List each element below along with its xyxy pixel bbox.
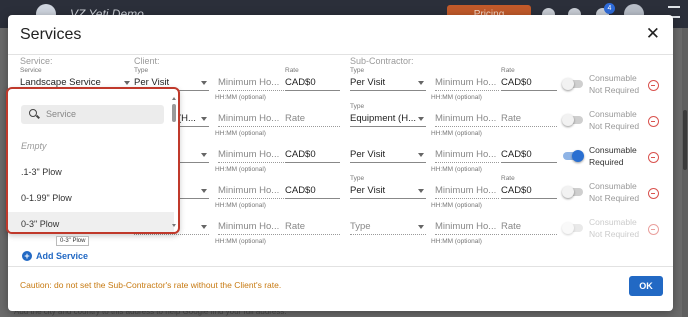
client-minimum-hours-input[interactable]: Minimum Ho...: [218, 76, 284, 91]
client-minimum-hours-input[interactable]: Minimum Ho...: [218, 220, 284, 235]
sub-type-select[interactable]: Type Equipment (H...: [350, 103, 426, 127]
sub-minimum-hours-input[interactable]: Minimum Ho...: [435, 220, 499, 235]
hours-hint: HH:MM (optional): [215, 94, 266, 101]
add-service-button[interactable]: + Add Service: [22, 251, 88, 261]
dropdown-option[interactable]: 0-1.99" Plow: [8, 186, 174, 210]
chevron-down-icon: [201, 117, 207, 121]
sub-type-select[interactable]: Per Visit: [350, 148, 426, 163]
remove-row-icon[interactable]: [648, 116, 659, 127]
consumable-status: Consumable Not Required: [589, 181, 640, 203]
client-rate-input[interactable]: Rate: [285, 220, 340, 235]
dropdown-option[interactable]: .1-3" Plow: [8, 160, 174, 184]
consumable-toggle[interactable]: [562, 186, 583, 198]
consumable-toggle[interactable]: [562, 114, 583, 126]
sub-type-select[interactable]: Type Per Visit: [350, 175, 426, 199]
caution-text: Caution: do not set the Sub-Contractor's…: [20, 280, 282, 290]
client-minimum-hours-input[interactable]: Minimum Ho...: [218, 184, 284, 199]
chevron-down-icon: [418, 153, 424, 157]
hours-hint: HH:MM (optional): [215, 238, 266, 245]
sub-rate-input[interactable]: Rate: [501, 220, 557, 235]
chevron-down-icon: [201, 153, 207, 157]
chevron-down-icon: [418, 189, 424, 193]
sub-rate-input[interactable]: CAD$0: [501, 148, 557, 163]
scroll-down-arrow-icon[interactable]: [172, 224, 176, 227]
dropdown-scrollbar[interactable]: [171, 97, 176, 227]
consumable-status: Consumable Not Required: [589, 217, 640, 239]
sub-minimum-hours-input[interactable]: Minimum Ho...: [435, 184, 499, 199]
close-icon[interactable]: ✕: [646, 25, 660, 42]
dropdown-option-highlighted[interactable]: 0-3" Plow: [8, 212, 174, 232]
ok-button[interactable]: OK: [629, 276, 663, 296]
chevron-down-icon: [418, 81, 424, 85]
header-divider: [8, 54, 673, 55]
sub-minimum-hours-input[interactable]: Minimum Ho...: [435, 148, 499, 163]
sub-minimum-hours-input[interactable]: Minimum Ho...: [435, 76, 499, 91]
sub-rate-input[interactable]: Rate: [501, 112, 557, 127]
consumable-toggle[interactable]: [563, 150, 584, 162]
chevron-down-icon: [124, 81, 130, 85]
sub-rate-input[interactable]: Rate CAD$0: [501, 67, 557, 91]
client-rate-input[interactable]: Rate CAD$0: [285, 67, 340, 91]
chevron-down-icon: [418, 117, 424, 121]
hours-hint: HH:MM (optional): [431, 166, 482, 173]
consumable-toggle[interactable]: [562, 78, 583, 90]
service-dropdown[interactable]: Service Empty .1-3" Plow 0-1.99" Plow 0-…: [6, 87, 180, 234]
plus-icon: +: [22, 251, 32, 261]
hours-hint: HH:MM (optional): [431, 238, 482, 245]
hours-hint: HH:MM (optional): [431, 94, 482, 101]
page-scrollbar-thumb[interactable]: [683, 110, 687, 170]
hours-hint: HH:MM (optional): [215, 202, 266, 209]
consumable-status: Consumable Not Required: [589, 109, 640, 131]
hours-hint: HH:MM (optional): [215, 166, 266, 173]
dropdown-option-empty[interactable]: Empty: [8, 134, 174, 158]
sub-type-select[interactable]: Type Per Visit: [350, 67, 426, 91]
remove-row-icon[interactable]: [648, 152, 659, 163]
client-minimum-hours-input[interactable]: Minimum Ho...: [218, 112, 284, 127]
notification-badge: 4: [604, 3, 615, 14]
option-tooltip: 0-3" Plow: [56, 236, 90, 246]
search-icon: [29, 109, 37, 117]
remove-row-icon[interactable]: [648, 224, 659, 235]
client-group-label: Client:: [134, 56, 160, 66]
page-scrollbar[interactable]: [682, 28, 688, 317]
remove-row-icon[interactable]: [648, 188, 659, 199]
chevron-down-icon: [201, 225, 207, 229]
chevron-down-icon: [201, 189, 207, 193]
footer-divider: [8, 266, 673, 267]
dropdown-scrollbar-thumb[interactable]: [172, 104, 176, 122]
chevron-down-icon: [418, 225, 424, 229]
hours-hint: HH:MM (optional): [431, 202, 482, 209]
consumable-status: Consumable Not Required: [589, 73, 640, 95]
client-rate-input[interactable]: CAD$0: [285, 148, 340, 163]
hours-hint: HH:MM (optional): [215, 130, 266, 137]
sub-rate-input[interactable]: Rate CAD$0: [501, 175, 557, 199]
hours-hint: HH:MM (optional): [431, 130, 482, 137]
consumable-toggle[interactable]: [562, 222, 583, 234]
consumable-status: Consumable Required: [589, 145, 637, 167]
service-search-input[interactable]: Service: [21, 105, 164, 124]
scroll-up-arrow-icon[interactable]: [172, 97, 176, 100]
sub-type-select[interactable]: Type: [350, 220, 426, 235]
client-rate-input[interactable]: Rate: [285, 112, 340, 127]
client-rate-input[interactable]: CAD$0: [285, 184, 340, 199]
chevron-down-icon: [201, 81, 207, 85]
service-group-label: Service:: [20, 56, 53, 66]
client-minimum-hours-input[interactable]: Minimum Ho...: [218, 148, 284, 163]
remove-row-icon[interactable]: [648, 80, 659, 91]
modal-title: Services: [20, 26, 82, 43]
subcontractor-group-label: Sub-Contractor:: [350, 56, 414, 66]
sub-minimum-hours-input[interactable]: Minimum Ho...: [435, 112, 499, 127]
